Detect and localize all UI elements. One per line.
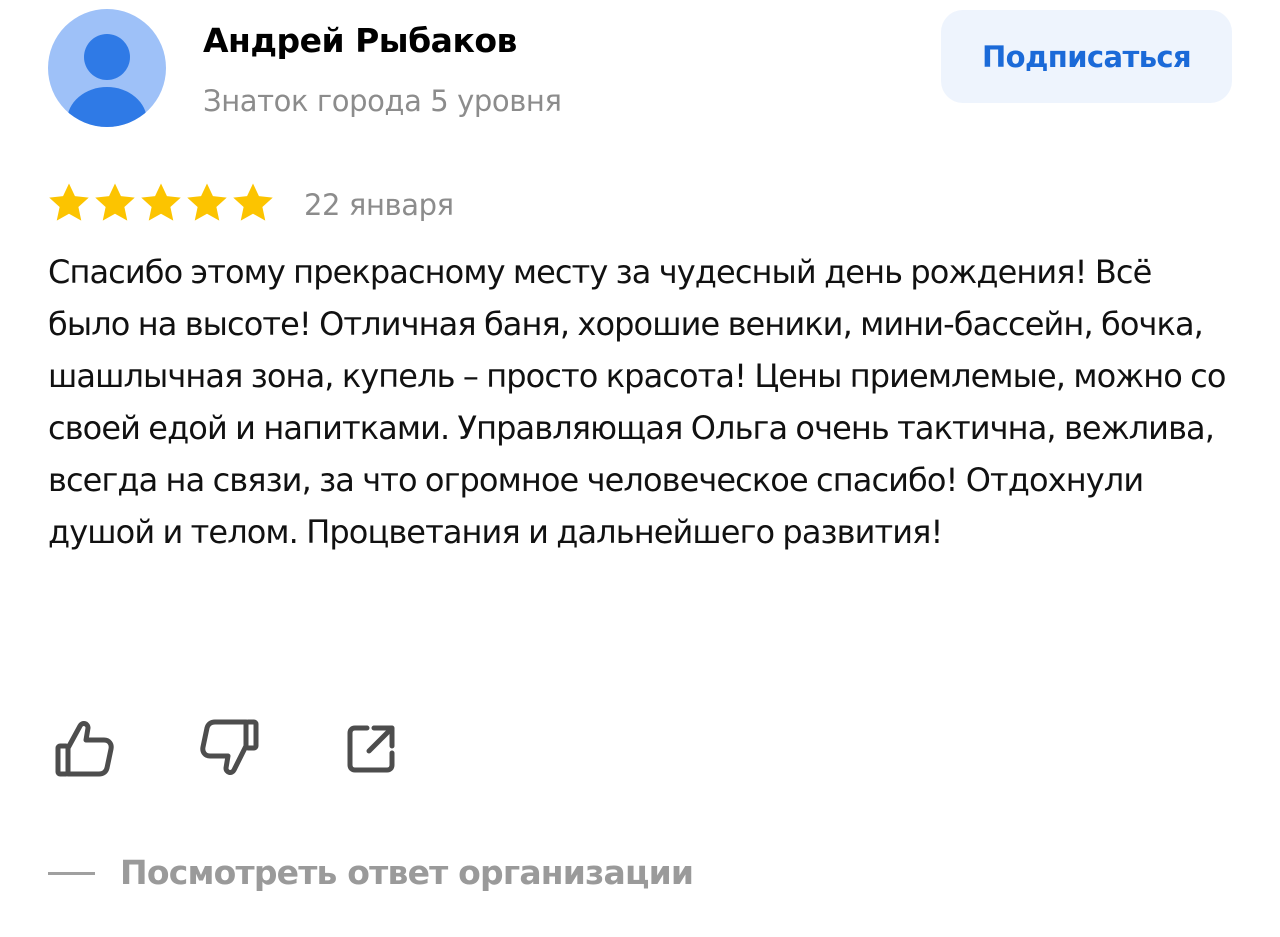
user-placeholder-icon: [67, 34, 147, 127]
author-name[interactable]: Андрей Рыбаков: [203, 18, 517, 64]
thumbs-up-icon: [55, 721, 114, 777]
star-icon: [49, 183, 89, 221]
star-rating: [46, 180, 276, 226]
star-icon: [233, 183, 273, 221]
author-level: Знаток города 5 уровня: [203, 84, 562, 118]
view-organization-reply[interactable]: Посмотреть ответ организации: [48, 850, 694, 896]
thumbs-down-icon: [200, 719, 259, 775]
star-icon: [95, 183, 135, 221]
org-reply-label: Посмотреть ответ организации: [120, 853, 694, 892]
avatar[interactable]: [48, 9, 166, 127]
review-text: Спасибо этому прекрасному месту за чудес…: [48, 253, 1226, 551]
share-button[interactable]: [338, 716, 404, 780]
subscribe-button[interactable]: Подписаться: [941, 10, 1232, 103]
review-date: 22 января: [304, 188, 454, 222]
share-icon: [347, 725, 395, 773]
star-icon: [141, 183, 181, 221]
dislike-button[interactable]: [196, 716, 262, 780]
divider: [48, 871, 95, 875]
like-button[interactable]: [52, 716, 118, 780]
star-icon: [187, 183, 227, 221]
